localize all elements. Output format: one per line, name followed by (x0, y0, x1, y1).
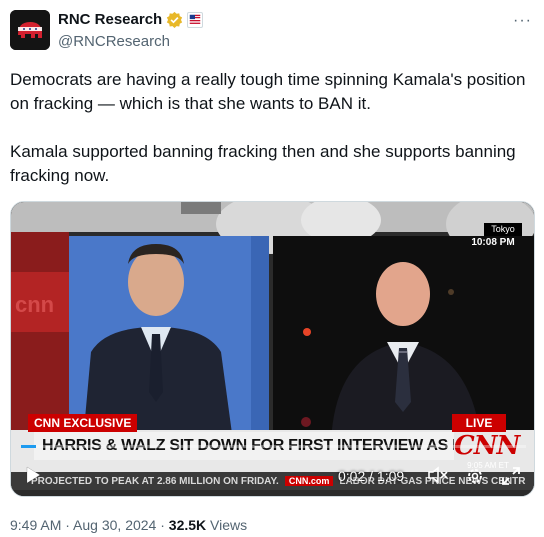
meta-separator: · (61, 517, 74, 533)
views-label: Views (206, 517, 248, 533)
svg-text:cnn: cnn (15, 292, 54, 317)
local-time-tag: 10:08 PM (471, 237, 515, 248)
flag-affiliate-icon[interactable] (187, 11, 204, 28)
display-name[interactable]: RNC Research (58, 11, 162, 28)
news-ticker: PROJECTED TO PEAK AT 2.86 MILLION ON FRI… (11, 472, 534, 490)
video-progress-fill (21, 445, 37, 448)
ticker-text-left: PROJECTED TO PEAK AT 2.86 MILLION ON FRI… (31, 476, 279, 487)
tweet-meta: 9:49 AM · Aug 30, 2024 · 32.5K Views (10, 517, 247, 533)
muted-speaker-icon[interactable] (427, 466, 449, 484)
user-handle[interactable]: @RNCResearch (58, 33, 170, 50)
tweet-paragraph: Democrats are having a really tough time… (10, 70, 526, 113)
video-time: 0:02 / 1:09 (338, 468, 405, 484)
gear-icon[interactable] (465, 466, 485, 486)
tweet-paragraph: Kamala supported banning fracking then a… (10, 142, 516, 185)
post-date[interactable]: Aug 30, 2024 (73, 517, 156, 533)
ticker-logo: CNN.com (284, 476, 334, 486)
video-progress-bar[interactable] (21, 445, 526, 448)
location-tag: Tokyo (484, 223, 522, 236)
video-player[interactable]: cnn Tokyo 10:08 PM CNN EXCLUSIVE LIVE HA… (10, 201, 535, 497)
elephant-logo-icon (10, 10, 50, 50)
tweet-text: Democrats are having a really tough time… (10, 68, 530, 188)
play-icon[interactable] (25, 466, 41, 484)
views-count[interactable]: 32.5K (169, 517, 206, 533)
tweet-header: RNC Research @RNCResearch ··· (10, 10, 534, 54)
meta-separator: · (156, 517, 169, 533)
more-options-icon[interactable]: ··· (513, 12, 532, 30)
avatar[interactable] (10, 10, 50, 50)
post-time[interactable]: 9:49 AM (10, 517, 61, 533)
gold-checkmark-badge-icon (167, 11, 183, 28)
fullscreen-icon[interactable] (501, 466, 521, 486)
exclusive-banner: CNN EXCLUSIVE (28, 414, 138, 432)
